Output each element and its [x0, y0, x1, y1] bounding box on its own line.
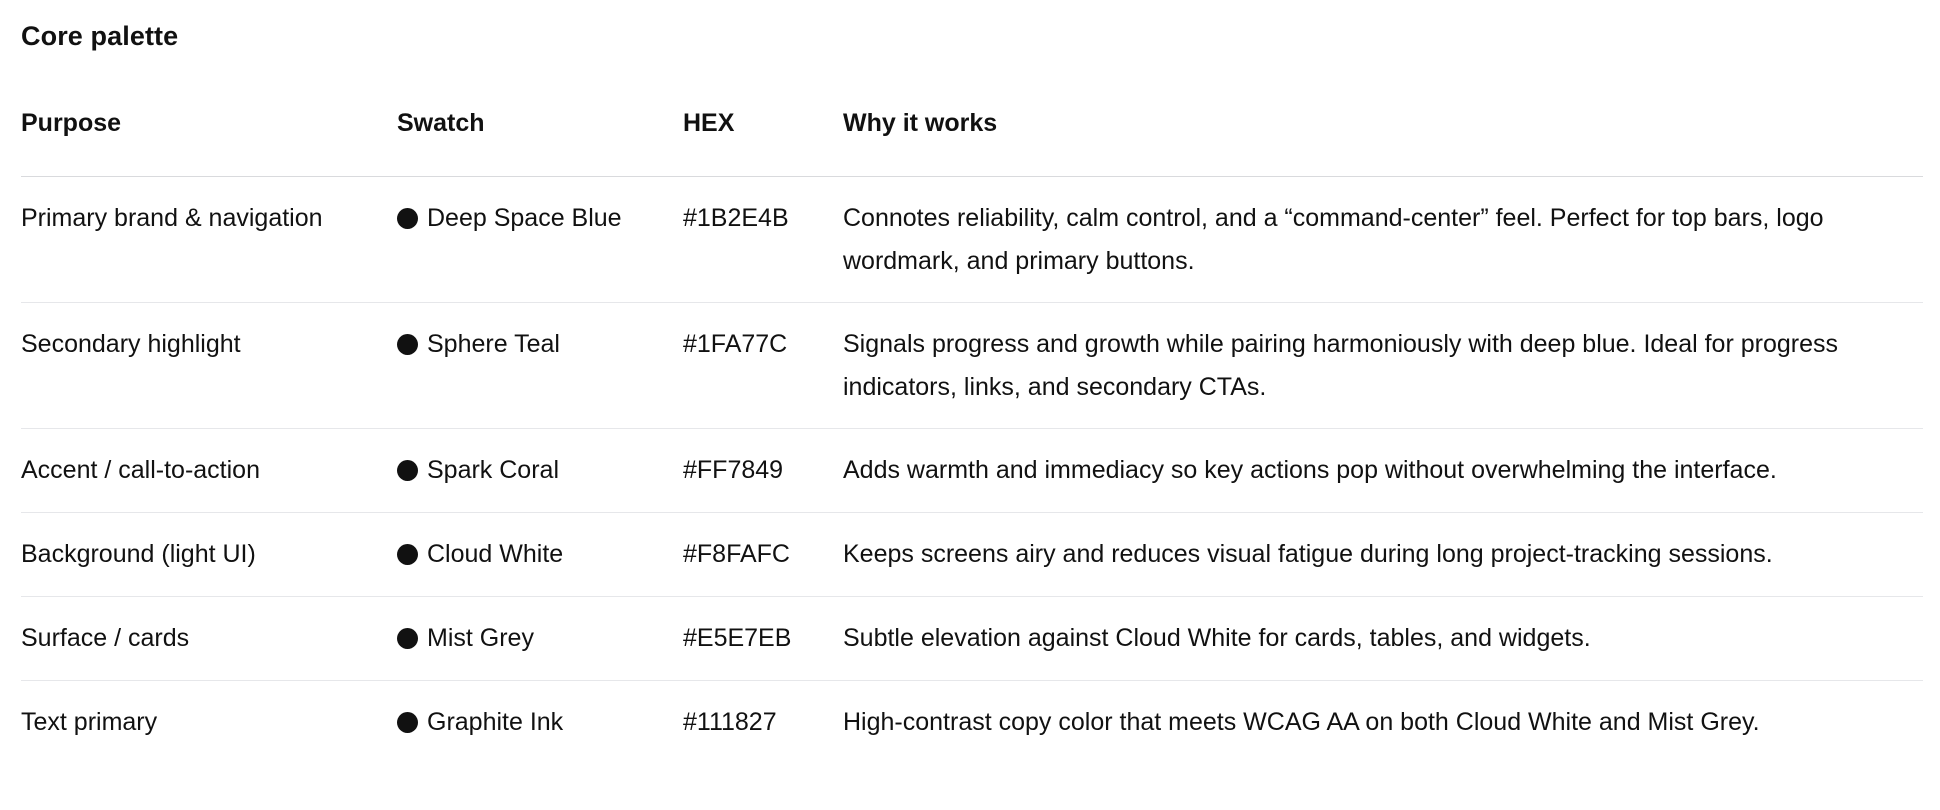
black-circle-icon: [397, 460, 418, 481]
header-hex: HEX: [683, 106, 843, 177]
black-circle-icon: [397, 712, 418, 733]
swatch-cell: Deep Space Blue: [397, 176, 683, 303]
hex-cell: #111827: [683, 708, 777, 736]
why-cell: Connotes reliability, calm control, and …: [843, 176, 1923, 303]
why-cell: Keeps screens airy and reduces visual fa…: [843, 512, 1923, 597]
black-circle-icon: [397, 208, 418, 229]
table-row: Surface / cards Mist Grey #E5E7EB Subtle…: [21, 596, 1923, 681]
purpose-cell: Accent / call-to-action: [21, 428, 397, 513]
black-circle-icon: [397, 628, 418, 649]
table-row: Primary brand & navigation Deep Space Bl…: [21, 176, 1923, 303]
swatch-name: Mist Grey: [427, 624, 534, 652]
header-why: Why it works: [843, 106, 1923, 177]
swatch-name: Spark Coral: [427, 456, 559, 484]
swatch-name: Graphite Ink: [427, 708, 564, 736]
hex-cell: #1FA77C: [683, 302, 843, 429]
hex-cell: #1B2E4B: [683, 176, 843, 303]
purpose-cell: Surface / cards: [21, 596, 397, 681]
purpose-cell: Primary brand & navigation: [21, 176, 397, 303]
purpose-cell: Text primary: [21, 708, 158, 736]
why-cell: Adds warmth and immediacy so key actions…: [843, 428, 1923, 513]
why-cell: Signals progress and growth while pairin…: [843, 302, 1923, 429]
black-circle-icon: [397, 334, 418, 355]
section-title: Core palette: [21, 21, 179, 51]
hex-cell: #F8FAFC: [683, 512, 843, 597]
purpose-cell: Secondary highlight: [21, 302, 397, 429]
core-palette-table: Purpose Swatch HEX Why it works Primary …: [21, 106, 1923, 765]
purpose-cell: Background (light UI): [21, 512, 397, 597]
header-swatch: Swatch: [397, 106, 683, 177]
swatch-name: Sphere Teal: [427, 330, 560, 358]
table-row: Secondary highlight Sphere Teal #1FA77C …: [21, 302, 1923, 429]
table-row: Accent / call-to-action Spark Coral #FF7…: [21, 428, 1923, 513]
swatch-cell: Cloud White: [397, 512, 683, 597]
header-purpose: Purpose: [21, 106, 397, 177]
black-circle-icon: [397, 544, 418, 565]
swatch-cell: Sphere Teal: [397, 302, 683, 429]
why-cell: Subtle elevation against Cloud White for…: [843, 596, 1923, 681]
palette-document: Core palette Purpose Swatch HEX Why it w…: [0, 0, 1940, 810]
table-row: Text primary Graphite Ink #111827 High-c…: [21, 681, 1923, 765]
swatch-name: Deep Space Blue: [427, 204, 622, 232]
why-cell: High-contrast copy color that meets WCAG…: [843, 708, 1760, 736]
hex-cell: #FF7849: [683, 428, 843, 513]
swatch-name: Cloud White: [427, 540, 564, 568]
table-row: Background (light UI) Cloud White #F8FAF…: [21, 512, 1923, 597]
swatch-cell: Mist Grey: [397, 596, 683, 681]
swatch-cell: Graphite Ink: [397, 681, 683, 765]
table-header-row: Purpose Swatch HEX Why it works: [21, 106, 1923, 177]
hex-cell: #E5E7EB: [683, 596, 843, 681]
swatch-cell: Spark Coral: [397, 428, 683, 513]
